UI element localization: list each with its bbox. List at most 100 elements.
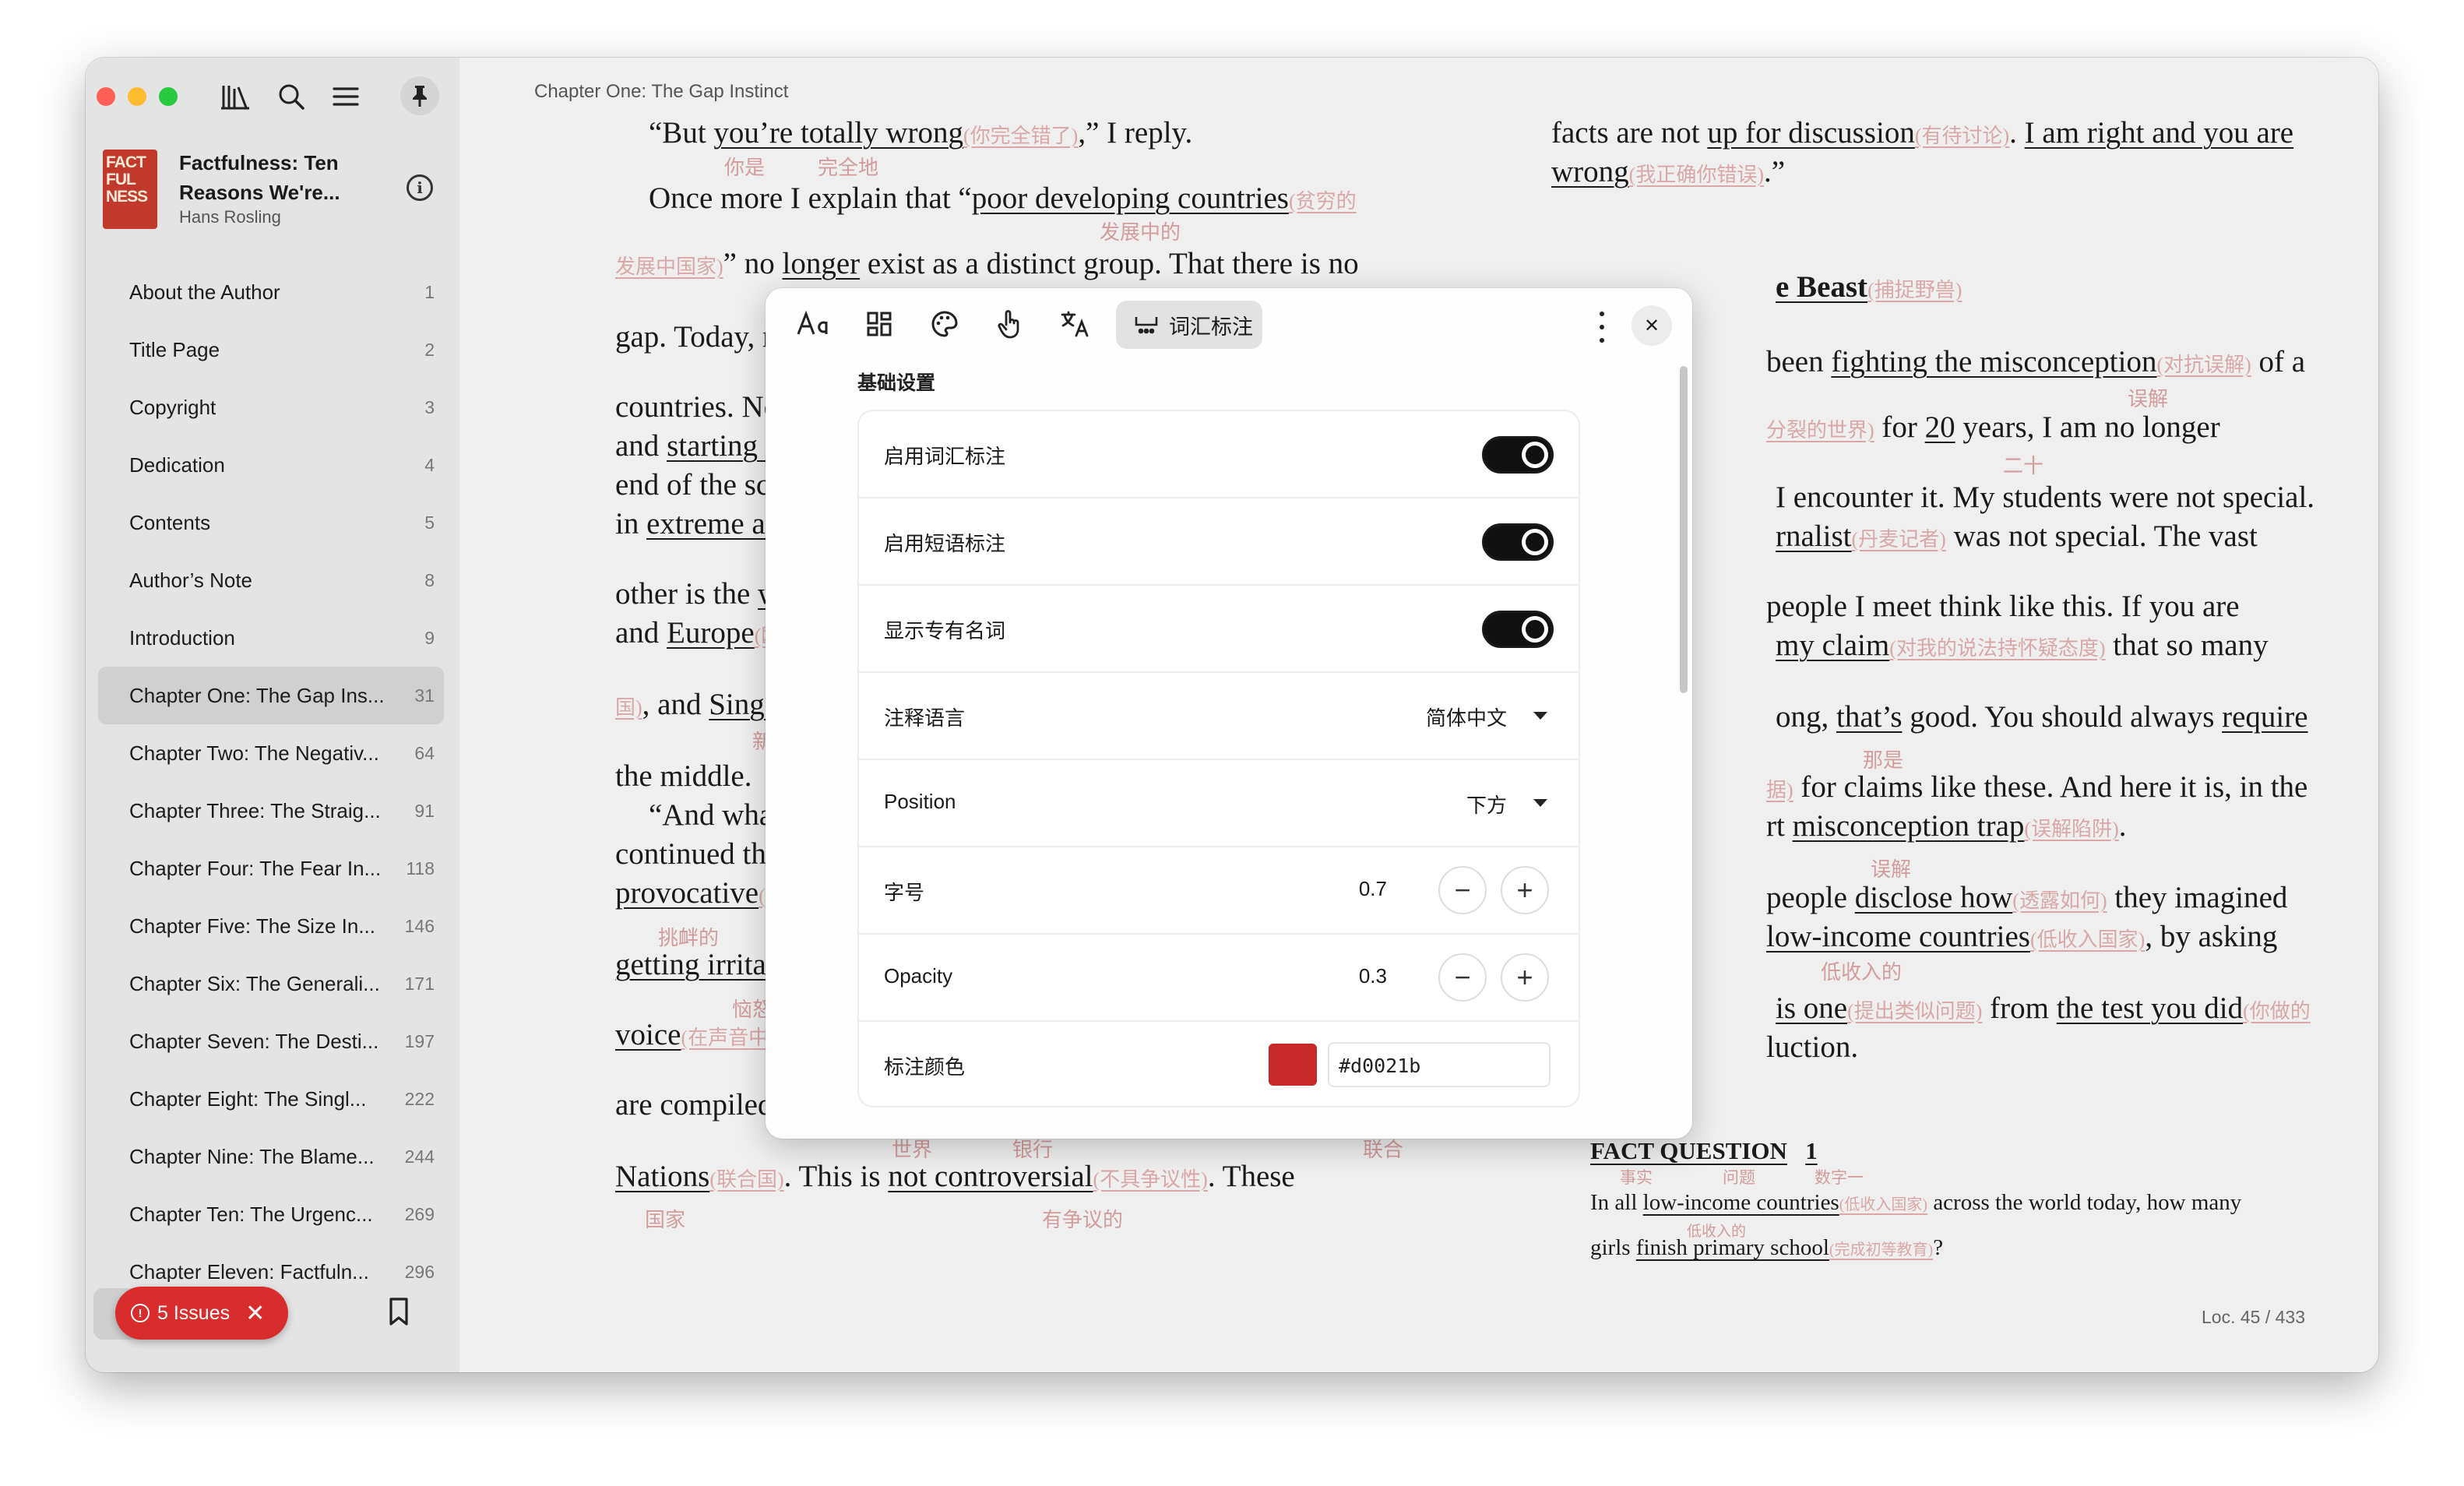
opacity-value: 0.3 — [1358, 964, 1387, 988]
gloss-annotation[interactable]: (丹麦记者) — [1851, 528, 1945, 551]
gloss-annotation[interactable]: (误解陷阱) — [2024, 818, 2118, 840]
annotated-word[interactable]: misconception trap — [1793, 809, 2025, 843]
gloss-annotation[interactable]: (对我的说法持怀疑态度) — [1889, 637, 2105, 660]
tab-vocab-annotation[interactable]: 词汇标注 — [1116, 301, 1262, 349]
gloss-annotation[interactable]: (你做的 — [2243, 1000, 2311, 1023]
pin-icon[interactable] — [400, 76, 439, 115]
gloss-annotation[interactable]: 据) — [1766, 779, 1793, 801]
annotated-word[interactable]: low-income countries — [1766, 920, 2030, 953]
sidebar: FACT FUL NESS Factfulness: Ten Reasons W… — [86, 58, 460, 1372]
fact-question-heading: FACT QUESTION 1 — [1590, 1137, 1818, 1165]
toc-item[interactable]: Chapter Nine: The Blame... 244 — [98, 1128, 444, 1185]
annotated-word[interactable]: is one — [1776, 991, 1847, 1025]
toc-item-label: Introduction — [129, 626, 235, 650]
gloss-annotation[interactable]: (低收入国家) — [2030, 928, 2145, 951]
toc-item[interactable]: Chapter Four: The Fear In... 118 — [98, 840, 444, 897]
increase-font-size-button[interactable]: + — [1501, 866, 1549, 914]
gloss-annotation[interactable]: (完成初等教育) — [1829, 1241, 1933, 1259]
plain-text: luction. — [1766, 1030, 1859, 1064]
toc-item[interactable]: Dedication 4 — [98, 436, 444, 494]
close-icon[interactable]: ✕ — [245, 1300, 265, 1327]
list-icon[interactable] — [329, 79, 363, 114]
enable-vocab-toggle[interactable] — [1482, 436, 1554, 474]
minimize-window-button[interactable] — [128, 87, 146, 106]
gloss-annotation[interactable]: (透露如何) — [2012, 889, 2107, 912]
toc-item-label: Author’s Note — [129, 569, 253, 592]
toc-item[interactable]: Contents 5 — [98, 494, 444, 551]
dialog-scrollbar[interactable] — [1680, 366, 1688, 693]
toc-item-label: Chapter Ten: The Urgenc... — [129, 1203, 373, 1226]
annotated-word[interactable]: 20 — [1925, 410, 1955, 444]
more-options-icon[interactable] — [1594, 312, 1610, 343]
toc-item[interactable]: Introduction 9 — [98, 609, 444, 667]
hand-icon[interactable] — [987, 301, 1033, 347]
issues-badge[interactable]: ! 5 Issues ✕ — [115, 1287, 288, 1340]
annotated-word[interactable]: low-income countries — [1643, 1190, 1839, 1215]
toc-item[interactable]: Author’s Note 8 — [98, 551, 444, 609]
gloss-annotation[interactable]: (提出类似问题) — [1847, 1000, 1982, 1023]
toc-item[interactable]: Chapter Five: The Size In... 146 — [98, 897, 444, 955]
ruby-annotation: 事实 — [1620, 1168, 1653, 1187]
annotated-word[interactable]: my claim — [1776, 629, 1889, 662]
decrease-font-size-button[interactable]: − — [1438, 866, 1487, 914]
annotated-word[interactable]: rnalist — [1776, 519, 1851, 553]
decrease-opacity-button[interactable]: − — [1438, 953, 1487, 1002]
annotated-word[interactable]: fighting the misconception — [1831, 345, 2156, 379]
annotated-word[interactable]: that’s — [1836, 700, 1903, 734]
toc-item[interactable]: Title Page 2 — [98, 321, 444, 379]
text-line: facts are not up for discussion(有待讨论). I… — [1551, 115, 2293, 150]
annotated-word[interactable]: 1 — [1805, 1137, 1818, 1164]
annotated-word[interactable]: finish primary school — [1636, 1235, 1829, 1260]
toc-item[interactable]: Chapter Ten: The Urgenc... 269 — [98, 1185, 444, 1243]
annotated-heading[interactable]: e Beast — [1776, 270, 1867, 304]
toc-item[interactable]: Chapter Six: The Generali... 171 — [98, 955, 444, 1012]
toc-item[interactable]: Chapter Three: The Straig... 91 — [98, 782, 444, 840]
toc-item-label: Chapter One: The Gap Ins... — [129, 684, 385, 707]
gloss-annotation[interactable]: (我正确你错误) — [1629, 164, 1764, 186]
ruby-annotation: 低收入的 — [1821, 961, 1903, 984]
annotated-word[interactable]: up for discussion — [1707, 116, 1915, 150]
toc-item[interactable]: Chapter One: The Gap Ins... 31 — [98, 667, 444, 724]
color-swatch[interactable] — [1269, 1044, 1317, 1086]
annotated-word[interactable]: disclose how — [1855, 881, 2013, 914]
annotated-word[interactable]: require — [2222, 700, 2307, 734]
show-proper-nouns-toggle[interactable] — [1482, 611, 1554, 648]
palette-icon[interactable] — [921, 301, 968, 347]
toc-item[interactable]: Chapter Two: The Negativ... 64 — [98, 724, 444, 782]
enable-phrase-toggle[interactable] — [1482, 523, 1554, 561]
library-icon[interactable] — [218, 79, 252, 114]
annotated-word[interactable]: the test you did — [2057, 991, 2243, 1025]
position-value: 下方 — [1466, 794, 1507, 817]
annotated-word[interactable]: I am right and you are — [2025, 116, 2293, 150]
toc-item[interactable]: Copyright 3 — [98, 379, 444, 436]
font-icon[interactable] — [790, 301, 837, 347]
close-dialog-button[interactable]: ✕ — [1632, 305, 1672, 346]
book-card[interactable]: FACT FUL NESS Factfulness: Ten Reasons W… — [101, 145, 444, 238]
toc-item[interactable]: Chapter Eight: The Singl... 222 — [98, 1070, 444, 1128]
color-hex-input[interactable]: #d0021b — [1328, 1042, 1551, 1087]
gloss-annotation[interactable]: (对抗误解) — [2156, 354, 2251, 376]
info-icon[interactable]: i — [407, 174, 433, 201]
gloss-annotation[interactable]: 分裂的世界) — [1766, 419, 1874, 442]
position-select[interactable]: 下方 — [1423, 760, 1547, 846]
search-icon[interactable] — [274, 79, 308, 114]
bookmark-icon[interactable] — [382, 1294, 416, 1329]
layout-icon[interactable] — [856, 301, 903, 347]
toc-item[interactable]: Chapter Seven: The Desti... 197 — [98, 1012, 444, 1070]
plain-text: that so many — [2105, 629, 2269, 662]
setting-row-opacity: Opacity 0.3 − + — [859, 935, 1579, 1022]
translate-icon[interactable] — [1052, 301, 1099, 347]
ruby-annotation: 误解 — [1871, 858, 1912, 881]
close-window-button[interactable] — [97, 87, 115, 106]
zoom-window-button[interactable] — [159, 87, 178, 106]
increase-opacity-button[interactable]: + — [1501, 953, 1549, 1002]
toc-item[interactable]: About the Author 1 — [98, 263, 444, 321]
annot-lang-select[interactable]: 简体中文 — [1392, 673, 1547, 759]
annotated-word[interactable]: wrong — [1551, 155, 1629, 188]
issues-label: 5 Issues — [157, 1301, 231, 1324]
setting-label: 显示专有名词 — [884, 619, 1006, 643]
gloss-annotation[interactable]: (捕捉野兽) — [1867, 279, 1962, 301]
gloss-annotation[interactable]: (有待讨论) — [1915, 125, 2009, 147]
annotated-word[interactable]: FACT QUESTION — [1590, 1137, 1787, 1164]
gloss-annotation[interactable]: (低收入国家) — [1839, 1196, 1927, 1213]
